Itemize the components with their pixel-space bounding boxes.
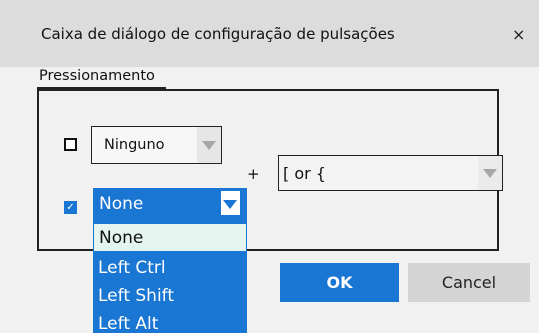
cancel-button[interactable]: Cancel	[408, 263, 530, 302]
settings-dialog: Caixa de diálogo de configuração de puls…	[0, 0, 539, 333]
group-legend: Pressionamento	[39, 68, 158, 84]
chevron-down-icon	[202, 141, 216, 150]
dropdown-option-left-ctrl[interactable]: Left Ctrl	[93, 254, 247, 283]
modifier-1-dropdown-button[interactable]	[197, 127, 221, 163]
chevron-down-icon	[223, 200, 237, 209]
modifier-1-checkbox[interactable]	[64, 138, 77, 151]
key-select[interactable]: [ or {	[278, 155, 503, 191]
modifier-2-select[interactable]: None	[93, 188, 247, 221]
close-icon[interactable]: ×	[512, 25, 525, 44]
modifier-1-select[interactable]: Ninguno	[91, 126, 222, 164]
modifier-2-checkbox[interactable]: ✓	[64, 201, 77, 214]
group-legend-underline	[37, 87, 166, 89]
key-dropdown-button[interactable]	[478, 156, 502, 190]
dropdown-option-left-alt[interactable]: Left Alt	[93, 310, 247, 333]
ok-button[interactable]: OK	[280, 263, 399, 302]
dropdown-option-none[interactable]: None	[93, 223, 247, 252]
key-value: [ or {	[283, 164, 326, 183]
chevron-down-icon	[483, 169, 497, 178]
modifier-1-value: Ninguno	[104, 137, 165, 153]
plus-separator: +	[247, 165, 260, 183]
checkmark-icon: ✓	[66, 202, 75, 213]
modifier-2-dropdown-list: None Left Ctrl Left Shift Left Alt	[93, 221, 247, 333]
title-bar: Caixa de diálogo de configuração de puls…	[0, 0, 539, 67]
dropdown-option-left-shift[interactable]: Left Shift	[93, 282, 247, 311]
dialog-title: Caixa de diálogo de configuração de puls…	[41, 25, 395, 43]
modifier-2-value: None	[99, 194, 144, 214]
modifier-2-dropdown-button[interactable]	[221, 191, 240, 215]
